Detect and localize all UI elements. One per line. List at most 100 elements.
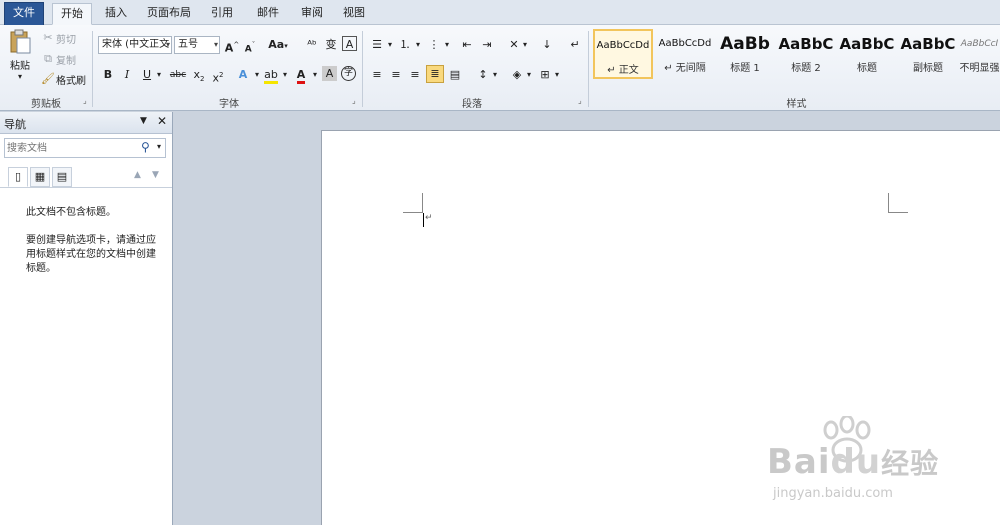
chevron-down-icon[interactable]: ▾ <box>385 36 395 54</box>
next-icon[interactable]: ▼ <box>152 170 159 180</box>
chevron-down-icon[interactable]: ▾ <box>154 66 164 84</box>
tab-pages[interactable]: ▦ <box>30 167 50 187</box>
styles-group-label: 样式 <box>786 99 807 110</box>
font-color-icon[interactable]: A <box>292 66 310 84</box>
watermark-brand: Baidu经验 <box>767 442 940 482</box>
chevron-down-icon[interactable]: ▾ <box>442 36 452 54</box>
style-sample: AaBbCcI <box>960 39 999 49</box>
align-center-icon[interactable]: ≡ <box>387 66 405 84</box>
chevron-down-icon[interactable]: ▾ <box>552 66 562 84</box>
group-divider <box>92 31 93 107</box>
style-gallery: AaBbCcDd ↵ 正文 AaBbCcDd ↵ 无间隔 AaBb 标题 1 A… <box>593 29 1000 91</box>
sort-icon[interactable]: ↓ <box>538 36 556 54</box>
tab-insert[interactable]: 插入 <box>98 3 134 25</box>
font-group-label: 字体 <box>219 99 239 110</box>
nav-tab-strip: ▯ ▦ ▤ ▲ ▼ <box>0 164 172 188</box>
close-icon[interactable]: ✕ <box>157 114 167 128</box>
superscript-icon[interactable]: x2 <box>209 66 227 85</box>
font-size-combo[interactable]: 五号 ▾ <box>174 36 220 54</box>
bullets-icon[interactable]: ☰ <box>368 36 386 54</box>
nav-options-icon[interactable]: ▼ <box>140 116 147 126</box>
chevron-down-icon[interactable]: ▾ <box>280 66 290 84</box>
style-name: ↵ 正文 <box>607 65 639 76</box>
search-input[interactable] <box>7 140 137 156</box>
char-border-icon[interactable]: A <box>342 36 357 51</box>
tab-headings[interactable]: ▯ <box>8 167 28 187</box>
format-painter-button[interactable]: 🖌 格式刷 <box>40 71 86 87</box>
phonetic-guide-icon[interactable]: 变 <box>322 36 340 54</box>
tab-references[interactable]: 引用 <box>204 3 240 25</box>
clipboard-launcher-icon[interactable]: ⌟ <box>83 97 91 105</box>
increase-indent-icon[interactable]: ⇥ <box>478 36 496 54</box>
align-right-icon[interactable]: ≡ <box>406 66 424 84</box>
italic-icon[interactable]: I <box>118 66 136 84</box>
font-name-combo[interactable]: 宋体 (中文正文 ▾ <box>98 36 172 54</box>
clear-format-icon[interactable]: ᴬᵇ <box>303 36 321 54</box>
tab-home[interactable]: 开始 <box>52 3 92 25</box>
no-headings-message: 此文档不包含标题。 <box>26 207 116 218</box>
clipboard-group-label: 剪贴板 <box>31 99 61 110</box>
tab-review[interactable]: 审阅 <box>294 3 330 25</box>
headings-icon: ▯ <box>14 170 22 183</box>
document-workspace: ↵ Baidu经验 jingyan.baidu.com <box>174 112 1000 525</box>
shrink-font-icon[interactable]: Aˇ <box>241 36 259 55</box>
previous-icon[interactable]: ▲ <box>134 170 141 180</box>
results-icon: ▤ <box>56 170 68 183</box>
numbering-icon[interactable]: ⒈ <box>396 36 414 54</box>
style-sample: AaBbC <box>778 35 834 53</box>
style-heading-1[interactable]: AaBb 标题 1 <box>715 29 775 79</box>
clipboard-icon <box>8 29 32 55</box>
chevron-down-icon[interactable]: ▾ <box>520 36 530 54</box>
style-normal[interactable]: AaBbCcDd ↵ 正文 <box>593 29 653 79</box>
multilevel-list-icon[interactable]: ⋮ <box>425 36 443 54</box>
font-launcher-icon[interactable]: ⌟ <box>352 97 360 105</box>
tab-file[interactable]: 文件 <box>4 2 44 25</box>
show-marks-icon[interactable]: ↵ <box>566 36 584 54</box>
justify-icon[interactable]: ≣ <box>426 65 444 83</box>
bold-icon[interactable]: B <box>99 66 117 84</box>
create-headings-hint: 要创建导航选项卡，请通过应用标题样式在您的文档中创建标题。 <box>26 235 156 274</box>
style-title[interactable]: AaBbC 标题 <box>837 29 897 79</box>
highlight-icon[interactable]: ab <box>262 66 280 84</box>
chevron-down-icon[interactable]: ▾ <box>524 66 534 84</box>
style-subtitle[interactable]: AaBbC 副标题 <box>898 29 958 79</box>
document-page[interactable]: ↵ Baidu经验 jingyan.baidu.com <box>321 130 1000 525</box>
strikethrough-icon[interactable]: abc <box>168 66 188 84</box>
text-cursor <box>423 213 424 227</box>
watermark-url: jingyan.baidu.com <box>773 486 893 501</box>
cut-button[interactable]: ✂ 剪切 <box>40 30 76 46</box>
tab-page-layout[interactable]: 页面布局 <box>144 3 194 25</box>
change-case-icon[interactable]: Aa▾ <box>266 36 290 54</box>
nav-title: 导航 <box>4 118 26 131</box>
tab-view[interactable]: 视图 <box>336 3 372 25</box>
style-no-spacing[interactable]: AaBbCcDd ↵ 无间隔 <box>655 29 715 79</box>
char-shading-icon[interactable]: A <box>322 66 337 81</box>
chevron-down-icon[interactable]: ▾ <box>310 66 320 84</box>
enclosed-char-icon[interactable]: 字 <box>341 66 356 81</box>
style-name: 副标题 <box>913 63 943 74</box>
text-effect-icon[interactable]: A <box>234 66 252 84</box>
tab-mailings[interactable]: 邮件 <box>250 3 286 25</box>
subscript-icon[interactable]: x2 <box>190 66 208 84</box>
paragraph-launcher-icon[interactable]: ⌟ <box>578 97 586 105</box>
chevron-down-icon[interactable]: ▾ <box>413 36 423 54</box>
nav-header: 导航 ▼ ✕ <box>0 112 172 134</box>
chevron-down-icon[interactable]: ▾ <box>157 142 161 151</box>
style-heading-2[interactable]: AaBbC 标题 2 <box>776 29 836 79</box>
tab-results[interactable]: ▤ <box>52 167 72 187</box>
style-name: 标题 2 <box>791 63 821 74</box>
style-name: ↵ 无间隔 <box>664 63 706 74</box>
style-subtle-emphasis[interactable]: AaBbCcI 不明显强 <box>959 29 1000 79</box>
copy-label: 复制 <box>56 55 76 67</box>
align-left-icon[interactable]: ≡ <box>368 66 386 84</box>
group-divider <box>588 31 589 107</box>
chevron-down-icon[interactable]: ▾ <box>490 66 500 84</box>
paste-button[interactable]: 粘贴 ▾ <box>6 29 34 83</box>
style-sample: AaBbCcDd <box>596 40 650 51</box>
copy-button[interactable]: ⧉ 复制 <box>40 51 76 67</box>
search-icon[interactable]: ⚲ <box>141 140 150 154</box>
distributed-icon[interactable]: ▤ <box>446 66 464 84</box>
grow-font-icon[interactable]: A^ <box>223 36 241 55</box>
chevron-down-icon[interactable]: ▾ <box>252 66 262 84</box>
decrease-indent-icon[interactable]: ⇤ <box>458 36 476 54</box>
